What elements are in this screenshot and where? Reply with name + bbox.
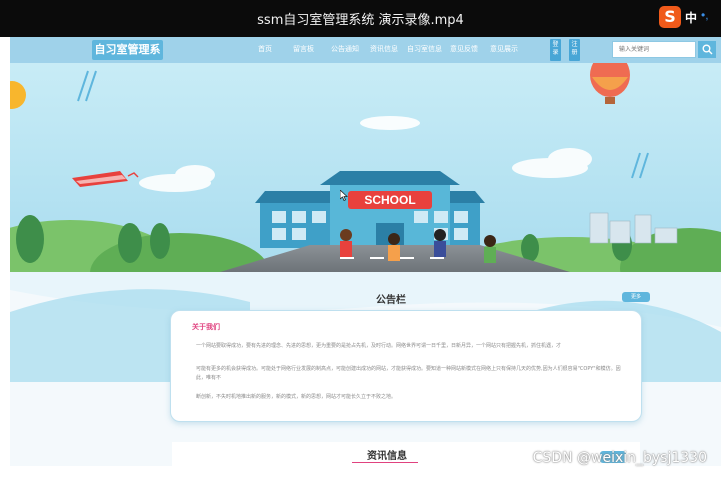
about-paragraph: 一个网站要取得成功，要有先进的理念、先进的思想，更为重要的是抢占先机，及时行动。…: [196, 343, 562, 349]
ime-language-label[interactable]: 中: [685, 9, 697, 26]
site-brand[interactable]: 自习室管理系统: [92, 40, 163, 76]
nav-item-news[interactable]: 资讯信息: [370, 44, 398, 54]
search-button[interactable]: [698, 41, 716, 58]
ime-punctuation-icon[interactable]: •,: [701, 8, 709, 22]
nav-item-study-rooms[interactable]: 自习室信息: [407, 44, 442, 54]
news-section-title: 资讯信息: [367, 451, 407, 462]
csdn-watermark: CSDN @weixin_bysj1330: [532, 450, 707, 466]
nav-item-notices[interactable]: 公告通知: [331, 44, 359, 54]
notice-more-button[interactable]: 更多: [622, 292, 650, 302]
about-us-title: 关于我们: [192, 323, 220, 331]
about-us-card: 关于我们 一个网站要取得成功，要有先进的理念、先进的思想，更为重要的是抢占先机，…: [170, 310, 642, 422]
hero-banner: SCHOOL: [10, 63, 721, 272]
register-button[interactable]: 注册: [569, 39, 580, 61]
about-paragraph: 可能有更多的机会获得成功。可能处于网络行业发展的制高点，可能创建出成功的网站，才…: [196, 366, 621, 381]
bottom-strip: [10, 466, 721, 479]
news-title-underline: [352, 462, 418, 463]
video-title-bar: ssm自习室管理系统 演示录像.mp4 S 中 •,: [0, 0, 721, 37]
video-title: ssm自习室管理系统 演示录像.mp4: [257, 13, 464, 28]
login-button[interactable]: 登录: [550, 39, 561, 61]
sogou-ime-icon[interactable]: S: [659, 6, 681, 28]
page-left-margin: [0, 37, 10, 479]
nav-item-feedback[interactable]: 意见反馈: [450, 44, 478, 54]
search-icon: [702, 44, 713, 55]
notice-section-title: 公告栏: [376, 295, 406, 306]
mouse-cursor-icon: [340, 190, 348, 201]
nav-item-feedback-display[interactable]: 意见展示: [490, 44, 518, 54]
school-sign: SCHOOL: [364, 193, 415, 207]
school-illustration: SCHOOL: [10, 63, 721, 272]
about-paragraph: 断创新，不失时机地推出新的服务，新的模式，新的思想，网站才可能长久立于不败之地。: [196, 394, 397, 400]
site-navbar: 自习室管理系统 首页 留言板 公告通知 资讯信息 自习室信息 意见反馈 意见展示…: [10, 37, 721, 76]
nav-item-message-board[interactable]: 留言板: [293, 44, 314, 54]
search-input[interactable]: 输入关键词: [612, 41, 696, 58]
ime-toolbar[interactable]: S 中 •,: [659, 6, 717, 30]
nav-item-home[interactable]: 首页: [258, 44, 272, 54]
